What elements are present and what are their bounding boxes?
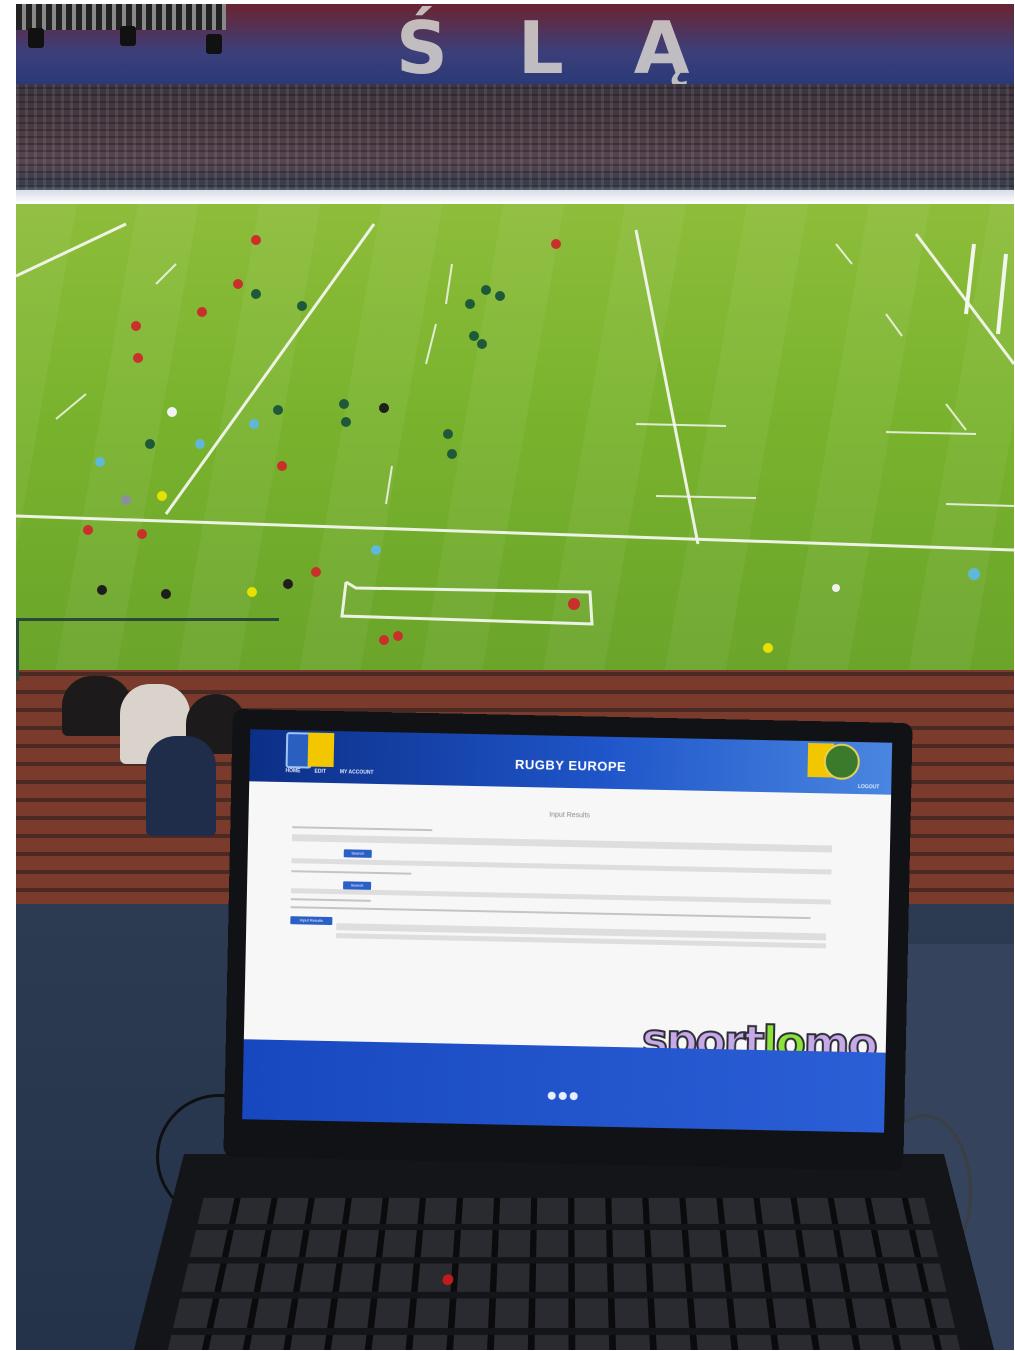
floodlight <box>206 34 222 54</box>
stadium-photo: ŚLĄ RUGBY EUROPE HOME EDIT MY ACCOUNT LO… <box>16 4 1014 1350</box>
input-results-button[interactable]: Input Results <box>290 916 333 926</box>
nav-item-edit[interactable]: EDIT <box>314 769 326 775</box>
social-icon[interactable] <box>569 1092 578 1101</box>
logout-link[interactable]: LOGOUT <box>858 784 880 790</box>
pitch-markings <box>16 222 1014 653</box>
laptop-keyboard <box>129 1154 999 1350</box>
stand-seat-lettering: ŚLĄ <box>396 6 760 90</box>
nav-item-account[interactable]: MY ACCOUNT <box>340 769 374 776</box>
try-line <box>16 514 1014 552</box>
page-title: Input Results <box>549 811 591 820</box>
site-header: RUGBY EUROPE HOME EDIT MY ACCOUNT LOGOUT <box>249 729 893 795</box>
pitch-line <box>164 223 376 515</box>
form-label <box>292 826 433 832</box>
laptop: RUGBY EUROPE HOME EDIT MY ACCOUNT LOGOUT… <box>223 708 913 1172</box>
search-button[interactable]: Search <box>343 849 372 858</box>
form-label <box>291 870 412 875</box>
social-icon[interactable] <box>547 1091 556 1100</box>
form-label <box>290 898 371 902</box>
goal-posts <box>964 243 1008 335</box>
nav-item-home[interactable]: HOME <box>285 768 300 774</box>
spectator <box>146 736 216 836</box>
keyboard-keys <box>164 1192 964 1350</box>
floodlight <box>28 28 44 48</box>
social-icon[interactable] <box>558 1091 567 1101</box>
site-title: RUGBY EUROPE <box>514 756 627 775</box>
site-footer <box>242 1039 886 1133</box>
in-goal-box <box>340 580 594 626</box>
stand-railing <box>16 618 279 681</box>
laptop-screen: RUGBY EUROPE HOME EDIT MY ACCOUNT LOGOUT… <box>242 729 893 1133</box>
crowd-stands <box>16 84 1014 194</box>
pitch-side-boards <box>16 190 1014 204</box>
rugby-pitch <box>16 204 1014 674</box>
touch-line <box>16 222 127 278</box>
results-header <box>290 906 811 920</box>
form-row <box>292 834 833 853</box>
form-row <box>290 888 831 905</box>
touch-line <box>914 233 1014 365</box>
site-nav: HOME EDIT MY ACCOUNT <box>285 768 373 776</box>
social-links <box>547 1091 578 1101</box>
floodlight <box>120 26 136 46</box>
